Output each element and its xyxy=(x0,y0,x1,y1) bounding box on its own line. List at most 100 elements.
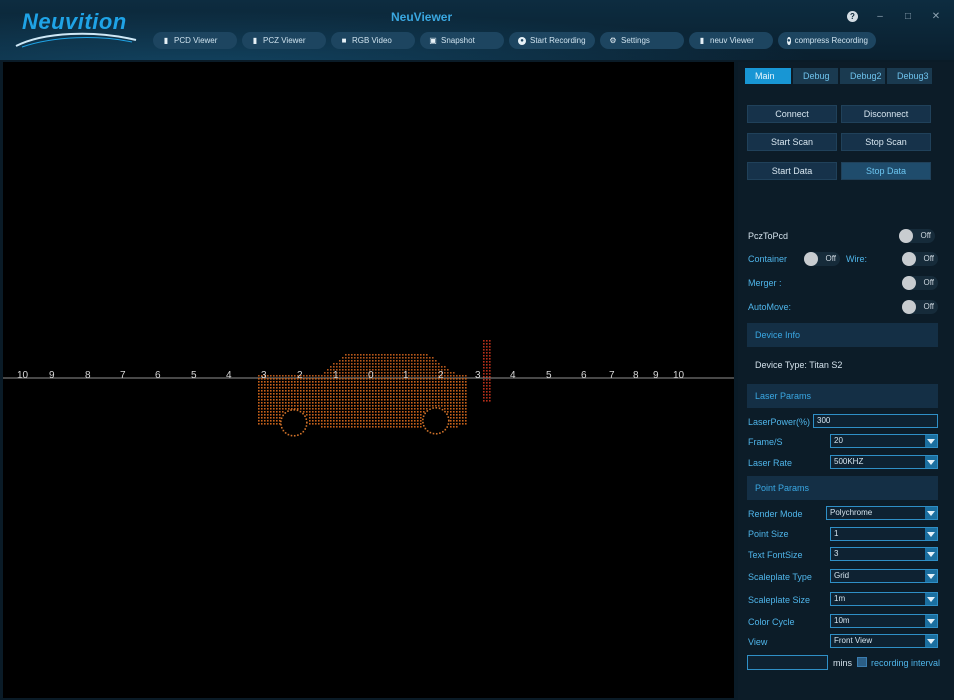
scale-tick-label: 6 xyxy=(581,370,587,381)
tab-debug[interactable]: Debug xyxy=(793,68,838,84)
container-label: Container xyxy=(748,254,788,264)
stop-scan-button[interactable]: Stop Scan xyxy=(841,133,931,151)
file-icon: ▮ xyxy=(163,35,169,45)
merger-toggle[interactable]: Off xyxy=(902,276,938,290)
laser-params-header: Laser Params xyxy=(747,384,938,408)
logo-swoosh-icon xyxy=(15,32,137,48)
point-cloud-viewport[interactable]: 10 9 8 7 6 5 4 3 2 1 0 1 2 3 4 5 6 7 8 9 10 xyxy=(3,62,734,698)
record-icon: ● xyxy=(518,36,526,45)
rgb-video-button[interactable]: ■ RGB Video xyxy=(331,32,415,49)
select-value: Polychrome xyxy=(830,508,873,517)
snapshot-button[interactable]: ▣ Snapshot xyxy=(420,32,504,49)
render-mode-select[interactable]: Polychrome xyxy=(826,506,938,520)
scale-tick-label: 1 xyxy=(403,370,409,381)
view-select[interactable]: Front View xyxy=(830,634,938,648)
scale-tick-label: 9 xyxy=(653,370,659,381)
laser-rate-select[interactable]: 500KHZ xyxy=(830,455,938,469)
text-fontsize-select[interactable]: 3 xyxy=(830,547,938,561)
connect-button[interactable]: Connect xyxy=(747,105,837,123)
color-cycle-select[interactable]: 10m xyxy=(830,614,938,628)
minimize-button[interactable]: – xyxy=(874,11,886,22)
compress-recording-button[interactable]: ● compress Recording xyxy=(778,32,876,49)
start-scan-button[interactable]: Start Scan xyxy=(747,133,837,151)
recording-interval-input[interactable] xyxy=(747,655,828,670)
tab-debug3[interactable]: Debug3 xyxy=(887,68,932,84)
automove-toggle[interactable]: Off xyxy=(902,300,938,314)
scale-tick-label: 6 xyxy=(155,370,161,381)
toggle-state: Off xyxy=(923,302,934,311)
laser-rate-label: Laser Rate xyxy=(748,458,793,468)
scaleplate-type-select[interactable]: Grid xyxy=(830,569,938,583)
maximize-button[interactable]: □ xyxy=(902,11,914,22)
app-window: Neuvition NeuViewer ? – □ ✕ ▮ PCD Viewer… xyxy=(0,0,954,700)
container-toggle[interactable]: Off xyxy=(804,252,840,266)
settings-button[interactable]: ⚙ Settings xyxy=(600,32,684,49)
scale-tick-label: 8 xyxy=(633,370,639,381)
toolbar: ▮ PCD Viewer ▮ PCZ Viewer ■ RGB Video ▣ … xyxy=(153,32,876,49)
start-data-button[interactable]: Start Data xyxy=(747,162,837,180)
chevron-down-icon xyxy=(925,635,937,647)
gear-icon: ⚙ xyxy=(609,35,617,45)
chevron-down-icon xyxy=(925,456,937,468)
toggle-state: Off xyxy=(923,278,934,287)
tab-debug2[interactable]: Debug2 xyxy=(840,68,885,84)
scale-tick-label: 7 xyxy=(609,370,615,381)
help-icon[interactable]: ? xyxy=(847,11,858,22)
pcz-to-pcd-label: PczToPcd xyxy=(748,231,789,241)
view-label: View xyxy=(748,637,768,647)
select-value: 1 xyxy=(834,529,839,538)
nav-label: PCZ Viewer xyxy=(263,36,306,45)
pcd-viewer-button[interactable]: ▮ PCD Viewer xyxy=(153,32,237,49)
scale-tick-label: 5 xyxy=(191,370,197,381)
stop-data-button[interactable]: Stop Data xyxy=(841,162,931,180)
nav-label: Start Recording xyxy=(530,36,586,45)
tab-main[interactable]: Main xyxy=(745,68,791,84)
vehicle-point-cloud xyxy=(258,354,467,437)
compress-icon: ● xyxy=(787,36,791,45)
start-recording-button[interactable]: ● Start Recording xyxy=(509,32,595,49)
wire-toggle[interactable]: Off xyxy=(902,252,938,266)
render-mode-label: Render Mode xyxy=(748,509,803,519)
automove-label: AutoMove: xyxy=(748,302,792,312)
merger-label: Merger : xyxy=(748,278,782,288)
app-title: NeuViewer xyxy=(391,10,453,24)
select-value: 3 xyxy=(834,549,839,558)
scale-tick-label: 5 xyxy=(546,370,552,381)
chevron-down-icon xyxy=(925,593,937,605)
select-value: Grid xyxy=(834,571,850,580)
scale-tick-label: 7 xyxy=(120,370,126,381)
chevron-down-icon xyxy=(925,570,937,582)
select-value: Front View xyxy=(834,636,873,645)
point-size-select[interactable]: 1 xyxy=(830,527,938,541)
select-value: 1m xyxy=(834,594,846,603)
wire-label: Wire: xyxy=(846,254,867,264)
toggle-state: Off xyxy=(920,231,931,240)
scale-tick-label: 2 xyxy=(438,370,444,381)
pcz-to-pcd-toggle[interactable]: Off xyxy=(899,229,935,243)
chevron-down-icon xyxy=(925,528,937,540)
scaleplate-type-label: Scaleplate Type xyxy=(748,572,812,582)
recording-interval-label: recording interval xyxy=(871,658,941,668)
panel-tabs: Main Debug Debug2 Debug3 xyxy=(745,68,932,84)
frame-label: Frame/S xyxy=(748,437,783,447)
chevron-down-icon xyxy=(925,435,937,447)
color-cycle-label: Color Cycle xyxy=(748,617,795,627)
pcz-viewer-button[interactable]: ▮ PCZ Viewer xyxy=(242,32,326,49)
chevron-down-icon xyxy=(925,507,937,519)
device-info-header: Device Info xyxy=(747,323,938,347)
frame-select[interactable]: 20 xyxy=(830,434,938,448)
nav-label: neuv Viewer xyxy=(710,36,754,45)
scaleplate-size-select[interactable]: 1m xyxy=(830,592,938,606)
scale-tick-label: 2 xyxy=(297,370,303,381)
scale-tick-label: 0 xyxy=(368,370,374,381)
video-camera-icon: ■ xyxy=(341,35,347,45)
laser-power-input[interactable]: 300 xyxy=(813,414,938,428)
point-size-label: Point Size xyxy=(748,529,789,539)
disconnect-button[interactable]: Disconnect xyxy=(841,105,931,123)
toggle-state: Off xyxy=(825,254,836,263)
close-button[interactable]: ✕ xyxy=(930,11,942,22)
chevron-down-icon xyxy=(925,548,937,560)
neuv-viewer-button[interactable]: ▮ neuv Viewer xyxy=(689,32,773,49)
scaleplate-size-label: Scaleplate Size xyxy=(748,595,811,605)
recording-interval-checkbox[interactable] xyxy=(857,657,867,667)
